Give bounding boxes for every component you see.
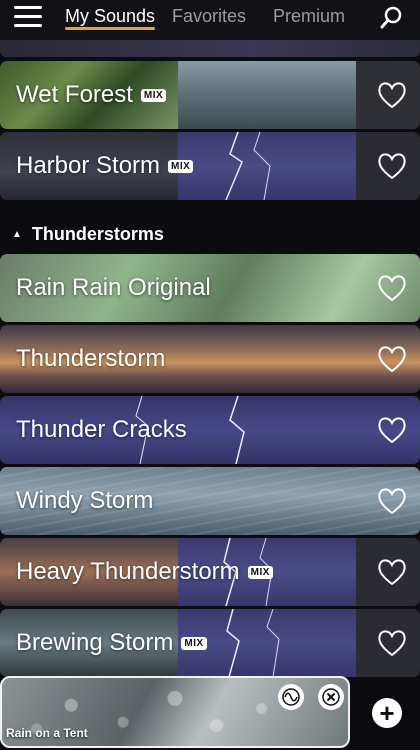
now-playing-title: Rain on a Tent <box>6 726 88 740</box>
close-icon[interactable] <box>318 684 344 710</box>
menu-icon[interactable] <box>14 6 42 28</box>
sound-row-thunder-cracks[interactable]: Thunder Cracks <box>0 396 420 464</box>
sound-row-rain-rain-original[interactable]: Rain Rain Original <box>0 254 420 322</box>
tab-favorites[interactable]: Favorites <box>172 6 246 27</box>
section-title: Thunderstorms <box>31 223 164 244</box>
sound-label: Rain Rain Original <box>16 274 211 301</box>
heart-icon[interactable] <box>376 557 408 587</box>
mix-badge: MIX <box>168 159 194 173</box>
lightning-icon <box>226 609 280 677</box>
tab-my-sounds[interactable]: My Sounds <box>65 6 155 27</box>
section-header-thunderstorms[interactable]: ▲ Thunderstorms <box>0 214 420 254</box>
sound-row-wet-forest[interactable]: Wet Forest MIX <box>0 61 420 129</box>
sound-label: Harbor Storm <box>16 152 161 179</box>
tab-premium[interactable]: Premium <box>273 6 345 27</box>
mix-badge: MIX <box>247 565 273 579</box>
wave-icon[interactable] <box>278 684 304 710</box>
heart-icon[interactable] <box>376 628 408 658</box>
sound-label: Brewing Storm <box>16 629 174 656</box>
mix-badge: MIX <box>140 88 167 102</box>
heart-icon[interactable] <box>376 273 408 303</box>
heart-icon[interactable] <box>376 344 408 374</box>
collapse-triangle-icon[interactable]: ▲ <box>12 229 22 240</box>
sound-row-thunderstorm[interactable]: Thunderstorm <box>0 325 420 393</box>
now-playing-card[interactable]: Rain on a Tent <box>0 676 350 748</box>
sound-label: Heavy Thunderstorm <box>16 558 240 585</box>
sound-row-brewing-storm[interactable]: Brewing Storm MIX <box>0 609 420 677</box>
sound-row-heavy-thunderstorm[interactable]: Heavy Thunderstorm MIX <box>0 538 420 606</box>
mix-badge: MIX <box>181 636 207 650</box>
sound-label: Windy Storm <box>16 487 154 514</box>
heart-icon[interactable] <box>376 80 408 110</box>
search-icon[interactable] <box>378 5 404 31</box>
sound-row-harbor-storm[interactable]: Harbor Storm MIX <box>0 132 420 200</box>
top-nav: My Sounds Favorites Premium <box>0 0 420 40</box>
list-item-partial <box>0 40 420 57</box>
lightning-icon <box>225 132 271 200</box>
sound-row-windy-storm[interactable]: Windy Storm <box>0 467 420 535</box>
sound-label: Thunder Cracks <box>16 416 187 443</box>
active-tab-indicator <box>65 27 155 30</box>
heart-icon[interactable] <box>376 415 408 445</box>
heart-icon[interactable] <box>376 486 408 516</box>
sound-label: Wet Forest <box>16 81 133 108</box>
sound-label: Thunderstorm <box>16 345 166 372</box>
heart-icon[interactable] <box>376 151 408 181</box>
add-icon[interactable]: + <box>372 698 402 728</box>
